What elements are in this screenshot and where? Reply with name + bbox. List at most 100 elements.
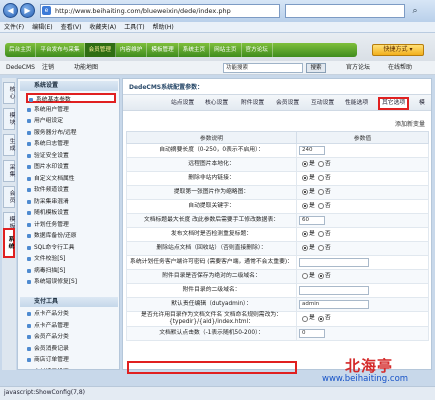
config-table: 参数说明 参数值 自动摘要长度（0-250，0表示不启用）： 240 远程图片本地化…: [126, 131, 429, 341]
sidebar-item[interactable]: 数据库备份/还原: [26, 231, 116, 241]
sidebar-item[interactable]: 软件频道设置: [26, 185, 116, 195]
toolbar-link-home[interactable]: DedeCMS: [6, 63, 35, 73]
menu-tools[interactable]: 工具(T): [120, 22, 148, 33]
radio-label: 是: [309, 160, 315, 167]
radio-button[interactable]: [317, 175, 324, 181]
radio-button[interactable]: [317, 245, 324, 251]
sidebar-item[interactable]: 验证安全设置: [26, 151, 116, 161]
vtab-generate[interactable]: 生成: [3, 134, 15, 156]
sidebar-item[interactable]: 会员消费记录: [26, 344, 116, 354]
sidebar-item[interactable]: 服务器分布/远程: [26, 128, 116, 138]
function-search-input[interactable]: 功能搜索: [223, 63, 303, 73]
config-label: 附件目录的二级域名：: [126, 283, 297, 298]
sidebar-item[interactable]: 防采集串混淆: [26, 197, 116, 207]
vtab-members[interactable]: 会员: [3, 186, 15, 208]
subtab-performance[interactable]: 性能选项: [345, 99, 368, 108]
radio-button[interactable]: [302, 273, 308, 279]
radio-button[interactable]: [317, 231, 324, 237]
top-tab[interactable]: 后台主页: [5, 43, 37, 57]
toolbar-link-map[interactable]: 功能地图: [74, 63, 98, 73]
column-header: 参数说明: [126, 131, 297, 144]
sidebar-item[interactable]: 系统错误修复[S]: [26, 277, 116, 287]
sidebar-item[interactable]: 支付接口设置: [26, 367, 116, 370]
subtab-interaction[interactable]: 互动设置: [311, 99, 334, 108]
radio-button[interactable]: [317, 315, 324, 322]
sidebar-section-payment[interactable]: 支付工具: [20, 297, 118, 307]
add-variable-link[interactable]: 添加新变量: [395, 119, 425, 128]
config-input[interactable]: [299, 286, 369, 295]
config-input[interactable]: 240: [299, 146, 325, 155]
sidebar-item[interactable]: 会员产品分类: [26, 332, 116, 342]
subtab-more[interactable]: 模: [419, 99, 425, 108]
menu-favorites[interactable]: 收藏夹(A): [85, 22, 120, 33]
forward-arrow-icon[interactable]: ▶: [20, 3, 35, 18]
menu-bar: 文件(F) 编辑(E) 查看(V) 收藏夹(A) 工具(T) 帮助(H): [0, 22, 435, 33]
sidebar-item[interactable]: 图片水印设置: [26, 162, 116, 172]
vtab-core[interactable]: 核心: [3, 82, 15, 104]
toolbar-link-help[interactable]: 在线帮助: [388, 63, 412, 73]
search-icon[interactable]: ⌕: [408, 4, 422, 18]
sidebar-item[interactable]: 系统用户管理: [26, 105, 116, 115]
top-tab[interactable]: 平台发布与采集: [36, 43, 85, 57]
radio-button[interactable]: [302, 245, 308, 251]
back-arrow-icon[interactable]: ◀: [3, 3, 18, 18]
top-tab[interactable]: 模板管理: [147, 43, 179, 57]
menu-help[interactable]: 帮助(H): [149, 22, 178, 33]
shortcut-dropdown-button[interactable]: 快捷方式 ▾: [372, 44, 424, 56]
sidebar-item[interactable]: 病毒扫描[S]: [26, 266, 116, 276]
config-value-cell: 是否: [296, 227, 429, 242]
top-tab[interactable]: 系统主页: [179, 43, 211, 57]
sidebar-item[interactable]: 文件校验[S]: [26, 254, 116, 264]
sidebar-item[interactable]: 系统基本参数: [26, 93, 116, 103]
sidebar-item[interactable]: 系统日志管理: [26, 139, 116, 149]
top-tab[interactable]: 会员管理: [84, 43, 116, 57]
radio-button[interactable]: [317, 189, 324, 195]
vtab-system[interactable]: 系统: [3, 228, 15, 258]
subtab-core[interactable]: 核心设置: [205, 99, 228, 108]
top-tab[interactable]: 网站主页: [210, 43, 242, 57]
top-tab[interactable]: 内容维护: [116, 43, 148, 57]
menu-view[interactable]: 查看(V): [57, 22, 86, 33]
top-tab[interactable]: 官方论坛: [242, 43, 273, 57]
config-input[interactable]: 0: [299, 329, 325, 338]
radio-button[interactable]: [302, 203, 308, 209]
radio-button[interactable]: [302, 315, 308, 322]
config-row: 附件目录是否保存为绝对的二级域名：是否: [126, 269, 429, 284]
subtab-site[interactable]: 站点设置: [171, 99, 194, 108]
address-bar[interactable]: http://www.beihaiting.com/blueweixin/ded…: [40, 4, 280, 18]
subtab-other[interactable]: 其它选项: [378, 97, 410, 110]
toolbar-link-forum[interactable]: 官方论坛: [346, 63, 370, 73]
sidebar-item[interactable]: SQL命令行工具: [26, 243, 116, 253]
vtab-modules[interactable]: 模块: [3, 108, 15, 130]
subtab-attachment[interactable]: 附件设置: [241, 99, 264, 108]
radio-button[interactable]: [302, 175, 308, 181]
sidebar-item[interactable]: 计划任务管理: [26, 220, 116, 230]
radio-button[interactable]: [302, 231, 308, 237]
sidebar-item[interactable]: 点卡产品管理: [26, 321, 116, 331]
sidebar-item[interactable]: 用户组设定: [26, 116, 116, 126]
config-value-cell: 是否: [296, 171, 429, 186]
config-input[interactable]: admin: [299, 300, 369, 309]
config-label: 提取第一张图片作为缩略图：: [126, 185, 297, 200]
config-row: 提取第一张图片作为缩略图：是否: [126, 185, 429, 200]
radio-button[interactable]: [317, 273, 324, 279]
radio-button[interactable]: [302, 189, 308, 195]
config-value-cell: [296, 255, 429, 270]
subtab-member[interactable]: 会员设置: [276, 99, 299, 108]
radio-button[interactable]: [302, 161, 308, 167]
config-input[interactable]: 60: [299, 216, 325, 225]
radio-button[interactable]: [317, 203, 324, 209]
sidebar-item[interactable]: 自定义文档属性: [26, 174, 116, 184]
radio-button[interactable]: [317, 161, 324, 167]
sidebar-item[interactable]: 随机模板设置: [26, 208, 116, 218]
config-input[interactable]: [299, 258, 369, 267]
sidebar-item[interactable]: 商店订单管理: [26, 355, 116, 365]
menu-edit[interactable]: 编辑(E): [28, 22, 56, 33]
toolbar-link-logout[interactable]: 注销: [42, 63, 54, 73]
browser-search-input[interactable]: [285, 4, 405, 18]
menu-file[interactable]: 文件(F): [0, 22, 28, 33]
sidebar-section-system[interactable]: 系统设置: [20, 81, 118, 91]
sidebar-item[interactable]: 点卡产品分类: [26, 309, 116, 319]
vtab-collect[interactable]: 采集: [3, 160, 15, 182]
function-search-button[interactable]: 搜索: [306, 63, 326, 73]
